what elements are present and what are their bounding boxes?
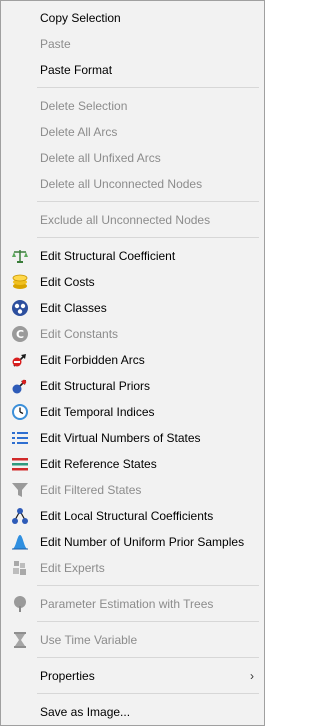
network-icon [11,507,29,525]
use-time-variable-item: Use Time Variable [1,627,264,653]
separator [37,237,259,238]
structural-prior-icon [11,377,29,395]
delete-all-arcs-label: Delete All Arcs [40,125,118,139]
edit-classes-item[interactable]: Edit Classes [1,295,264,321]
scale-icon [11,247,29,265]
edit-reference-states-label: Edit Reference States [40,457,157,471]
edit-reference-states-item[interactable]: Edit Reference States [1,451,264,477]
edit-uniform-prior-samples-label: Edit Number of Uniform Prior Samples [40,535,245,549]
paste-format-item[interactable]: Paste Format [1,57,264,83]
delete-selection-label: Delete Selection [40,99,128,113]
copy-selection-item[interactable]: Copy Selection [1,5,264,31]
save-as-image-item[interactable]: Save as Image... [1,699,264,725]
context-menu: Copy Selection Paste Paste Format Delete… [0,0,265,726]
edit-classes-label: Edit Classes [40,301,107,315]
edit-constants-label: Edit Constants [40,327,119,341]
edit-virtual-numbers-label: Edit Virtual Numbers of States [40,431,201,445]
paste-item: Paste [1,31,264,57]
coins-icon [11,273,29,291]
edit-uniform-prior-samples-item[interactable]: Edit Number of Uniform Prior Samples [1,529,264,555]
edit-filtered-states-label: Edit Filtered States [40,483,142,497]
svg-text:C: C [16,328,24,341]
save-as-image-label: Save as Image... [40,705,131,719]
use-time-variable-label: Use Time Variable [40,633,138,647]
tree-icon [11,595,29,613]
hourglass-icon [11,631,29,649]
delete-all-arcs-item: Delete All Arcs [1,119,264,145]
edit-filtered-states-item: Edit Filtered States [1,477,264,503]
paste-format-label: Paste Format [40,63,113,77]
separator [37,693,259,694]
edit-structural-priors-item[interactable]: Edit Structural Priors [1,373,264,399]
edit-local-structural-coefficients-label: Edit Local Structural Coefficients [40,509,214,523]
edit-costs-item[interactable]: Edit Costs [1,269,264,295]
experts-icon [11,559,29,577]
separator [37,585,259,586]
properties-item[interactable]: Properties › [1,663,264,689]
copy-selection-label: Copy Selection [40,11,121,25]
exclude-unconnected-nodes-label: Exclude all Unconnected Nodes [40,213,211,227]
edit-forbidden-arcs-item[interactable]: Edit Forbidden Arcs [1,347,264,373]
edit-structural-coefficient-label: Edit Structural Coefficient [40,249,176,263]
filter-icon [11,481,29,499]
properties-label: Properties [40,669,95,683]
separator [37,201,259,202]
edit-temporal-indices-item[interactable]: Edit Temporal Indices [1,399,264,425]
edit-costs-label: Edit Costs [40,275,95,289]
parameter-estimation-trees-item: Parameter Estimation with Trees [1,591,264,617]
edit-structural-coefficient-item[interactable]: Edit Structural Coefficient [1,243,264,269]
exclude-unconnected-nodes-item: Exclude all Unconnected Nodes [1,207,264,233]
list-icon [11,429,29,447]
separator [37,621,259,622]
reference-states-icon [11,455,29,473]
distribution-icon [11,533,29,551]
forbidden-arc-icon [11,351,29,369]
edit-experts-label: Edit Experts [40,561,105,575]
delete-selection-item: Delete Selection [1,93,264,119]
paste-label: Paste [40,37,71,51]
delete-unconnected-nodes-item: Delete all Unconnected Nodes [1,171,264,197]
separator [37,657,259,658]
constants-icon: C [11,325,29,343]
edit-structural-priors-label: Edit Structural Priors [40,379,151,393]
delete-unconnected-nodes-label: Delete all Unconnected Nodes [40,177,203,191]
edit-constants-item: C Edit Constants [1,321,264,347]
edit-temporal-indices-label: Edit Temporal Indices [40,405,155,419]
chevron-right-icon: › [250,669,254,683]
edit-virtual-numbers-item[interactable]: Edit Virtual Numbers of States [1,425,264,451]
delete-unfixed-arcs-item: Delete all Unfixed Arcs [1,145,264,171]
classes-icon [11,299,29,317]
clock-icon [11,403,29,421]
edit-experts-item: Edit Experts [1,555,264,581]
separator [37,87,259,88]
delete-unfixed-arcs-label: Delete all Unfixed Arcs [40,151,161,165]
edit-forbidden-arcs-label: Edit Forbidden Arcs [40,353,145,367]
parameter-estimation-trees-label: Parameter Estimation with Trees [40,597,214,611]
edit-local-structural-coefficients-item[interactable]: Edit Local Structural Coefficients [1,503,264,529]
